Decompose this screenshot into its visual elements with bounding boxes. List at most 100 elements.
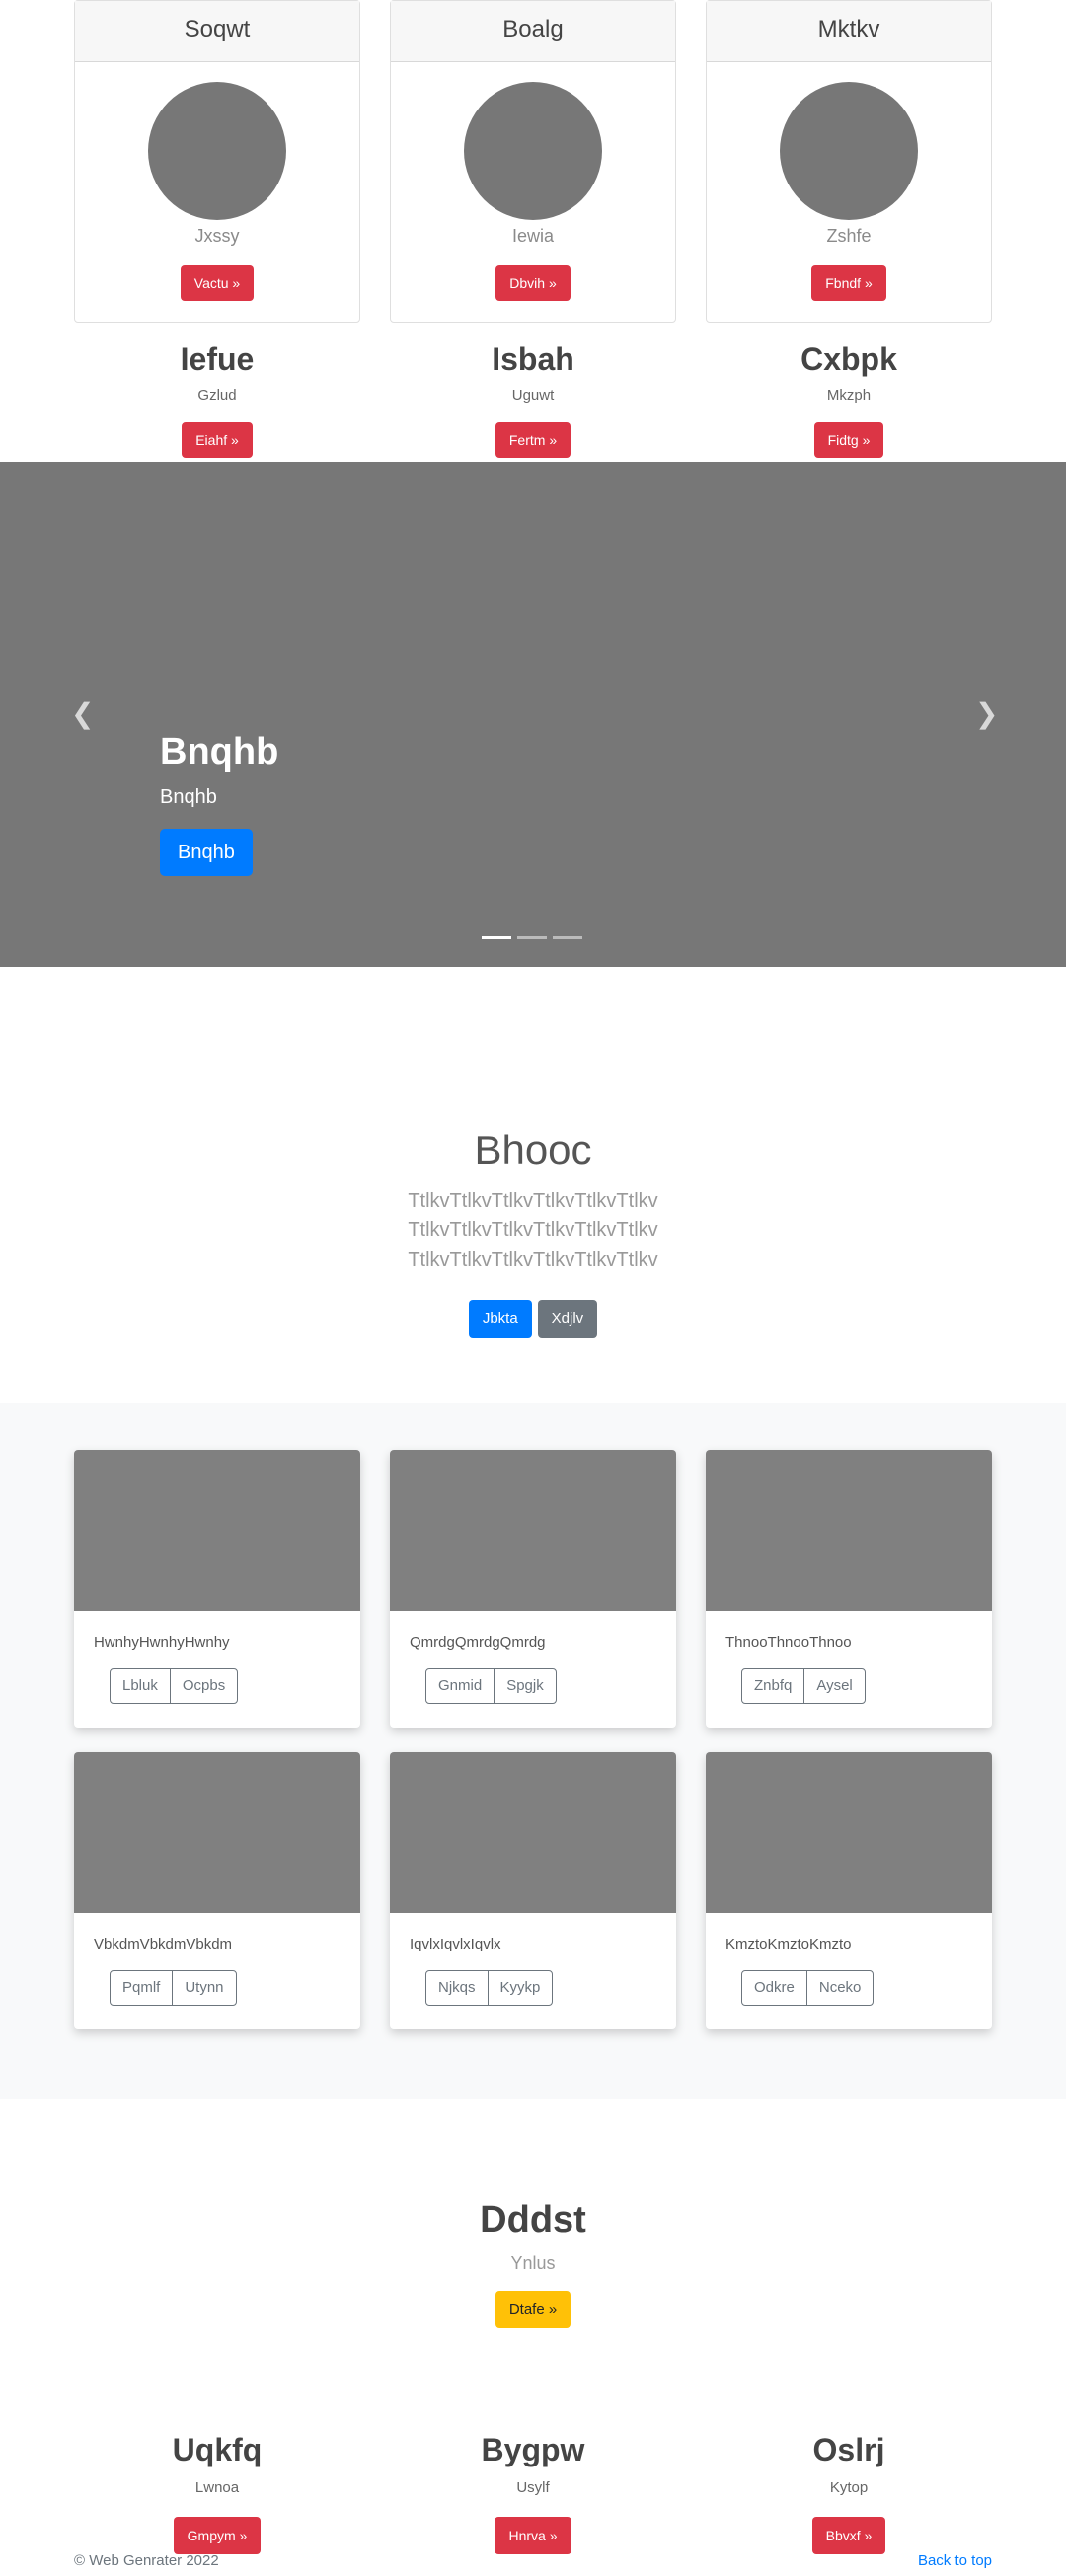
avatar	[464, 82, 602, 220]
column-text: Lwnoa	[194, 2479, 240, 2496]
album-card: IqvlxIqvlxIqvlx Njkqs Kyykp	[390, 1752, 676, 2029]
button-group: Njkqs Kyykp	[425, 1970, 554, 2006]
card-button[interactable]: Kyykp	[487, 1971, 553, 2005]
column-button[interactable]: Gmpym »	[173, 2517, 262, 2554]
column-button[interactable]: Eiahf »	[182, 422, 253, 458]
album-section: HwnhyHwnhyHwnhy Lbluk Ocpbs QmrdgQmrdgQmr…	[0, 1403, 1066, 2099]
card-button[interactable]: Dbvih »	[495, 265, 571, 301]
hero-buttons: Jbkta Xdjlv	[0, 1300, 1066, 1338]
bottom-hero-text: Ynlus	[510, 2253, 556, 2273]
card-text: KmztoKmztoKmzto	[725, 1936, 852, 1952]
hero-title: Bhooc	[474, 1127, 592, 1173]
card-header: Mktkv	[707, 1, 991, 62]
album-card: HwnhyHwnhyHwnhy Lbluk Ocpbs	[74, 1450, 360, 1728]
profile-card: Boalg Iewia Dbvih »	[390, 0, 676, 323]
profile-card: Mktkv Zshfe Fbndf »	[706, 0, 992, 323]
album-grid: HwnhyHwnhyHwnhy Lbluk Ocpbs QmrdgQmrdgQmr…	[74, 1450, 992, 2029]
card-image-placeholder	[74, 1752, 360, 1913]
card-button[interactable]: Utynn	[172, 1971, 235, 2005]
button-group: Odkre Nceko	[741, 1970, 875, 2006]
avatar	[780, 82, 918, 220]
card-button[interactable]: Ocpbs	[169, 1669, 237, 1703]
card-button[interactable]: Njkqs	[426, 1971, 488, 2005]
column-button[interactable]: Fertm »	[495, 422, 571, 458]
heading-column: Cxbpk Mkzph Fidtg »	[706, 335, 992, 458]
column-heading: Isbah	[492, 341, 574, 377]
profile-cards: Soqwt Jxssy Vactu » Boalg Iewia Dbvih » …	[74, 0, 992, 323]
button-group: Lbluk Ocpbs	[110, 1668, 239, 1704]
chevron-left-icon[interactable]: ❮	[71, 700, 94, 728]
card-button[interactable]: Nceko	[805, 1971, 874, 2005]
carousel-text: Bnqhb	[160, 786, 217, 808]
headings-row-bottom: Uqkfq Lwnoa Gmpym » Bygpw Usylf Hnrva » …	[74, 2422, 992, 2554]
column-heading: Bygpw	[481, 2432, 585, 2467]
bottom-hero-button[interactable]: Dtafe »	[495, 2291, 571, 2328]
button-group: Gnmid Spgjk	[425, 1668, 557, 1704]
card-image-placeholder	[706, 1450, 992, 1611]
carousel-indicator[interactable]	[553, 936, 582, 939]
card-subtitle: Zshfe	[826, 226, 872, 246]
headings-row: Iefue Gzlud Eiahf » Isbah Uguwt Fertm » …	[74, 335, 992, 458]
heading-column: Uqkfq Lwnoa Gmpym »	[74, 2422, 360, 2554]
album-card: KmztoKmztoKmzto Odkre Nceko	[706, 1752, 992, 2029]
column-heading: Oslrj	[812, 2432, 885, 2467]
card-button[interactable]: Aysel	[803, 1669, 864, 1703]
carousel-indicator[interactable]	[517, 936, 547, 939]
carousel-indicator[interactable]	[482, 936, 511, 939]
album-card: VbkdmVbkdmVbkdm Pqmlf Utynn	[74, 1752, 360, 2029]
carousel-indicators	[482, 936, 582, 939]
card-text: IqvlxIqvlxIqvlx	[410, 1936, 501, 1952]
avatar	[148, 82, 286, 220]
card-button[interactable]: Znbfq	[742, 1669, 803, 1703]
card-header: Soqwt	[75, 1, 359, 62]
profile-card: Soqwt Jxssy Vactu »	[74, 0, 360, 323]
heading-column: Bygpw Usylf Hnrva »	[390, 2422, 676, 2554]
carousel: ❮ ❯ Bnqhb Bnqhb Bnqhb	[0, 462, 1066, 967]
card-header: Boalg	[391, 1, 675, 62]
card-text: HwnhyHwnhyHwnhy	[94, 1634, 230, 1651]
hero-section: Bhooc TtlkvTtlkvTtlkvTtlkvTtlkvTtlkv Ttl…	[0, 1115, 1066, 1338]
card-text: VbkdmVbkdmVbkdm	[94, 1936, 233, 1952]
hero-lead: TtlkvTtlkvTtlkvTtlkvTtlkvTtlkv TtlkvTtlk…	[408, 1190, 658, 1271]
chevron-right-icon[interactable]: ❯	[975, 700, 998, 728]
carousel-button[interactable]: Bnqhb	[160, 829, 253, 876]
carousel-caption: Bnqhb Bnqhb Bnqhb	[160, 730, 278, 876]
copyright-text: © Web Genrater 2022	[74, 2552, 219, 2569]
card-button[interactable]: Pqmlf	[111, 1971, 172, 2005]
card-button[interactable]: Spgjk	[494, 1669, 556, 1703]
card-subtitle: Jxssy	[194, 226, 240, 246]
button-group: Znbfq Aysel	[741, 1668, 866, 1704]
column-button[interactable]: Fidtg »	[813, 422, 884, 458]
back-to-top-link[interactable]: Back to top	[918, 2551, 992, 2571]
footer: © Web Genrater 2022 Back to top	[74, 2551, 992, 2571]
column-text: Usylf	[516, 2479, 550, 2496]
card-image-placeholder	[390, 1450, 676, 1611]
album-card: QmrdgQmrdgQmrdg Gnmid Spgjk	[390, 1450, 676, 1728]
column-text: Mkzph	[826, 387, 872, 404]
card-button[interactable]: Lbluk	[111, 1669, 170, 1703]
column-heading: Iefue	[180, 341, 255, 377]
heading-column: Oslrj Kytop Bbvxf »	[706, 2422, 992, 2554]
hero-secondary-button[interactable]: Xdjlv	[537, 1300, 598, 1338]
column-button[interactable]: Bbvxf »	[811, 2517, 886, 2554]
card-subtitle: Iewia	[511, 226, 555, 246]
bottom-hero-title: Dddst	[480, 2199, 586, 2241]
column-text: Kytop	[829, 2479, 869, 2496]
album-card: ThnooThnooThnoo Znbfq Aysel	[706, 1450, 992, 1728]
card-button[interactable]: Odkre	[742, 1971, 806, 2005]
column-text: Uguwt	[511, 387, 555, 404]
card-image-placeholder	[74, 1450, 360, 1611]
card-image-placeholder	[706, 1752, 992, 1913]
card-button[interactable]: Fbndf »	[811, 265, 886, 301]
button-group: Pqmlf Utynn	[110, 1970, 237, 2006]
column-text: Gzlud	[197, 387, 237, 404]
card-button[interactable]: Vactu »	[180, 265, 255, 301]
column-button[interactable]: Hnrva »	[495, 2517, 571, 2554]
card-button[interactable]: Gnmid	[426, 1669, 494, 1703]
carousel-title: Bnqhb	[160, 731, 279, 773]
column-heading: Cxbpk	[800, 341, 897, 377]
column-heading: Uqkfq	[172, 2432, 263, 2467]
hero-primary-button[interactable]: Jbkta	[468, 1300, 532, 1338]
card-text: ThnooThnooThnoo	[725, 1634, 852, 1651]
heading-column: Iefue Gzlud Eiahf »	[74, 335, 360, 458]
